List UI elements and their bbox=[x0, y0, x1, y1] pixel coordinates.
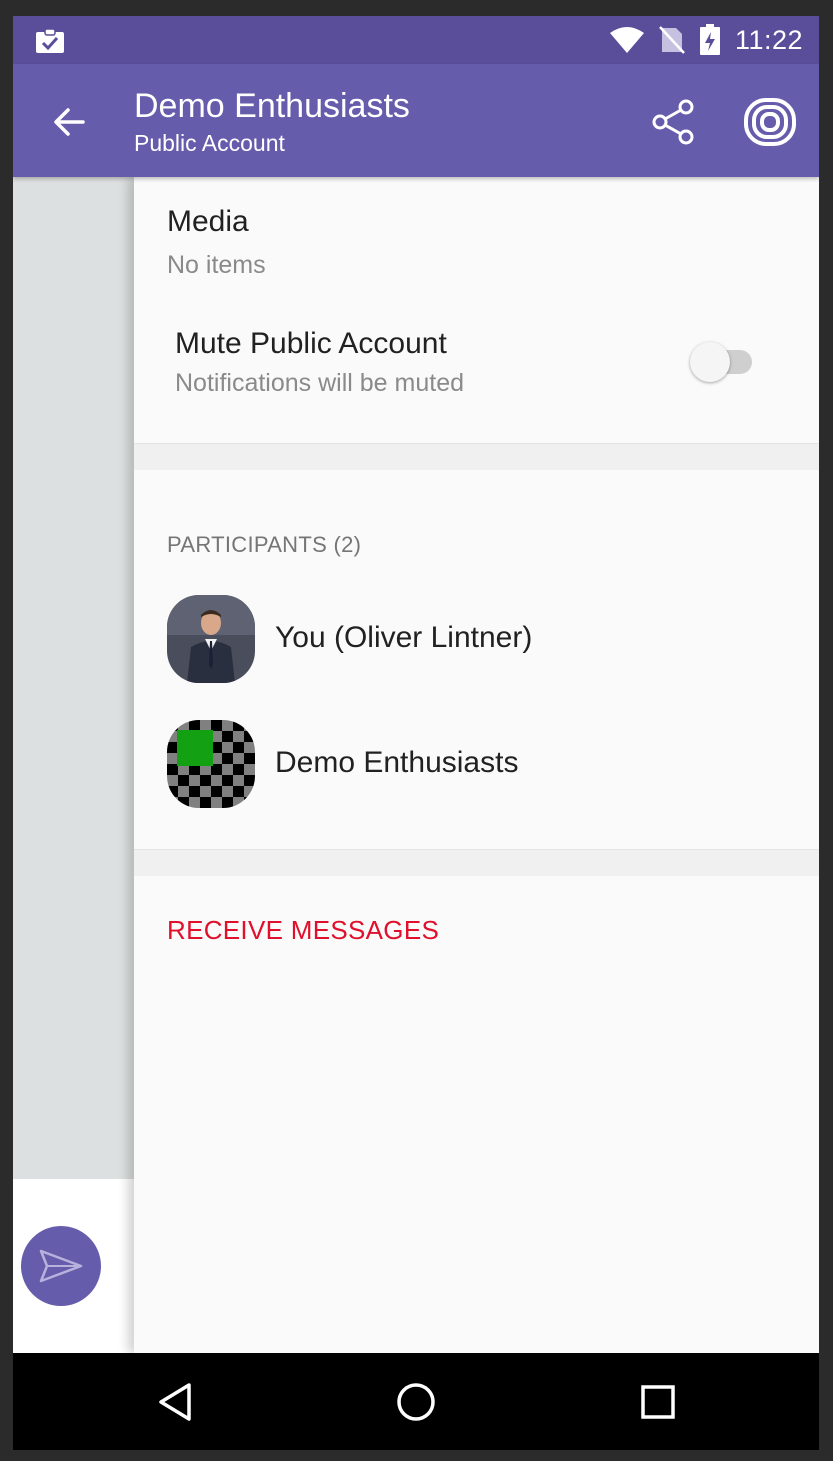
page-title: Demo Enthusiasts bbox=[134, 87, 410, 125]
send-icon bbox=[39, 1249, 83, 1283]
info-panel: Media No items Mute Public Account Notif… bbox=[134, 177, 819, 1353]
avatar bbox=[167, 595, 255, 683]
navigation-bar bbox=[13, 1353, 819, 1450]
conversation-background bbox=[13, 177, 134, 1179]
person-photo-avatar bbox=[167, 595, 255, 683]
section-divider bbox=[134, 443, 819, 470]
toolbar: Demo Enthusiasts Public Account bbox=[13, 64, 819, 177]
share-icon[interactable] bbox=[649, 97, 699, 147]
send-button[interactable] bbox=[21, 1226, 101, 1306]
rakuten-icon[interactable] bbox=[743, 97, 797, 147]
participants-header: PARTICIPANTS (2) bbox=[167, 532, 362, 557]
battery-charging-icon bbox=[699, 24, 720, 55]
media-title[interactable]: Media bbox=[167, 205, 249, 239]
status-icons: 11:22 bbox=[609, 16, 803, 64]
mute-subtitle: Notifications will be muted bbox=[175, 369, 465, 397]
mute-toggle[interactable] bbox=[690, 340, 760, 384]
status-time: 11:22 bbox=[734, 24, 803, 55]
checkerboard-logo-avatar bbox=[167, 720, 255, 808]
mute-title[interactable]: Mute Public Account bbox=[175, 327, 447, 361]
toolbar-titles: Demo Enthusiasts Public Account bbox=[134, 86, 410, 158]
avatar bbox=[167, 720, 255, 808]
status-bar: 11:22 bbox=[13, 16, 819, 64]
media-subtitle: No items bbox=[167, 251, 266, 279]
receive-messages-button[interactable]: RECEIVE MESSAGES bbox=[167, 915, 439, 946]
wifi-icon bbox=[609, 27, 644, 53]
clipboard-check-icon bbox=[36, 28, 64, 53]
participant-name: Demo Enthusiasts bbox=[275, 746, 519, 779]
participant-item[interactable]: You (Oliver Lintner) bbox=[134, 581, 819, 691]
section-divider bbox=[134, 849, 819, 876]
toggle-thumb bbox=[690, 342, 730, 382]
page-subtitle: Public Account bbox=[134, 130, 285, 156]
back-arrow-icon[interactable] bbox=[49, 102, 89, 142]
app-screen: 11:22 Demo Enthusiasts Public Account Me… bbox=[13, 16, 819, 1450]
back-triangle-icon[interactable] bbox=[151, 1377, 201, 1427]
recents-square-icon[interactable] bbox=[633, 1377, 683, 1427]
home-circle-icon[interactable] bbox=[391, 1377, 441, 1427]
participant-item[interactable]: Demo Enthusiasts bbox=[134, 706, 819, 816]
participant-name: You (Oliver Lintner) bbox=[275, 621, 533, 654]
no-sim-icon bbox=[659, 26, 685, 54]
